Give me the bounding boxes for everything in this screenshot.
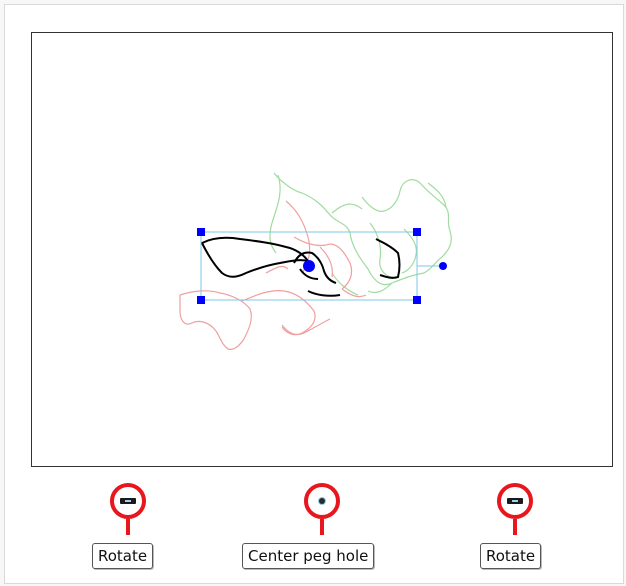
rotation-handle[interactable] bbox=[439, 262, 447, 270]
rotate-icon-circle-left bbox=[110, 483, 146, 519]
onion-skin-next bbox=[269, 172, 452, 296]
rotate-bar-icon bbox=[507, 498, 523, 504]
callout-stem-right bbox=[513, 519, 517, 535]
peg-hole-icon-circle bbox=[304, 483, 340, 519]
rotate-bar-icon bbox=[120, 498, 136, 504]
bbox-handle-bottom-right[interactable] bbox=[413, 296, 421, 304]
pivot-point[interactable] bbox=[303, 260, 315, 272]
current-drawing bbox=[200, 236, 401, 297]
callout-stem-center bbox=[320, 519, 324, 535]
peg-hole-icon bbox=[319, 498, 325, 504]
bbox-handle-top-right[interactable] bbox=[413, 228, 421, 236]
bbox-handle-bottom-left[interactable] bbox=[197, 296, 205, 304]
drawing-svg bbox=[179, 172, 452, 350]
bbox-handle-top-left[interactable] bbox=[197, 228, 205, 236]
callout-label-center-peg-hole: Center peg hole bbox=[242, 543, 375, 569]
rotate-icon-circle-right bbox=[497, 483, 533, 519]
callout-label-rotate-right: Rotate bbox=[480, 543, 542, 569]
callout-stem-left bbox=[126, 519, 130, 535]
drawing-canvas[interactable] bbox=[31, 32, 613, 467]
callout-label-rotate-left: Rotate bbox=[92, 543, 154, 569]
onion-skin-previous bbox=[179, 200, 367, 350]
